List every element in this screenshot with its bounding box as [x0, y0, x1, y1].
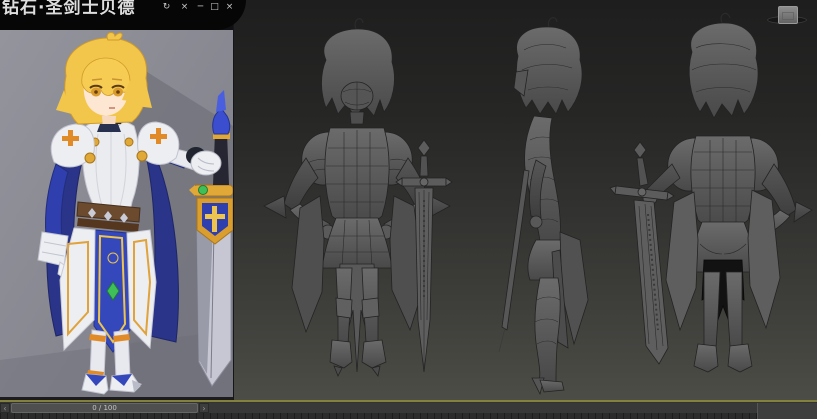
close-button[interactable]: × [223, 1, 236, 13]
pin-icon[interactable]: ↻ [160, 1, 173, 13]
reference-window-title: 钻石·圣剑士贝德 [2, 0, 136, 18]
reference-image-window [0, 0, 234, 401]
close-tab-icon[interactable]: × [178, 1, 191, 13]
minimize-button[interactable]: ─ [194, 1, 207, 13]
timeline-end-panel [757, 403, 817, 419]
model-front-view[interactable] [263, 18, 453, 377]
model-back-view[interactable] [609, 12, 813, 373]
track-bar-ticks[interactable] [0, 413, 757, 419]
reference-concept-art [0, 30, 233, 397]
time-slider-handle[interactable]: 0 / 100 [11, 403, 198, 413]
viewcube-cube[interactable] [778, 6, 798, 24]
reference-window-titlebar[interactable]: 钻石·圣剑士贝德 ↻ × ─ □ × [0, 0, 246, 30]
viewcube-front-face [782, 12, 794, 20]
active-viewport-border [0, 400, 817, 402]
viewcube[interactable] [765, 2, 809, 28]
next-frame-button[interactable]: › [199, 403, 209, 413]
app-window: 钻石·圣剑士贝德 ↻ × ─ □ × ‹ 0 / 100 › [0, 0, 817, 419]
timeline: ‹ 0 / 100 › [0, 403, 817, 419]
model-side-view[interactable] [498, 17, 589, 396]
maximize-button[interactable]: □ [208, 1, 221, 13]
previous-frame-button[interactable]: ‹ [0, 403, 10, 413]
